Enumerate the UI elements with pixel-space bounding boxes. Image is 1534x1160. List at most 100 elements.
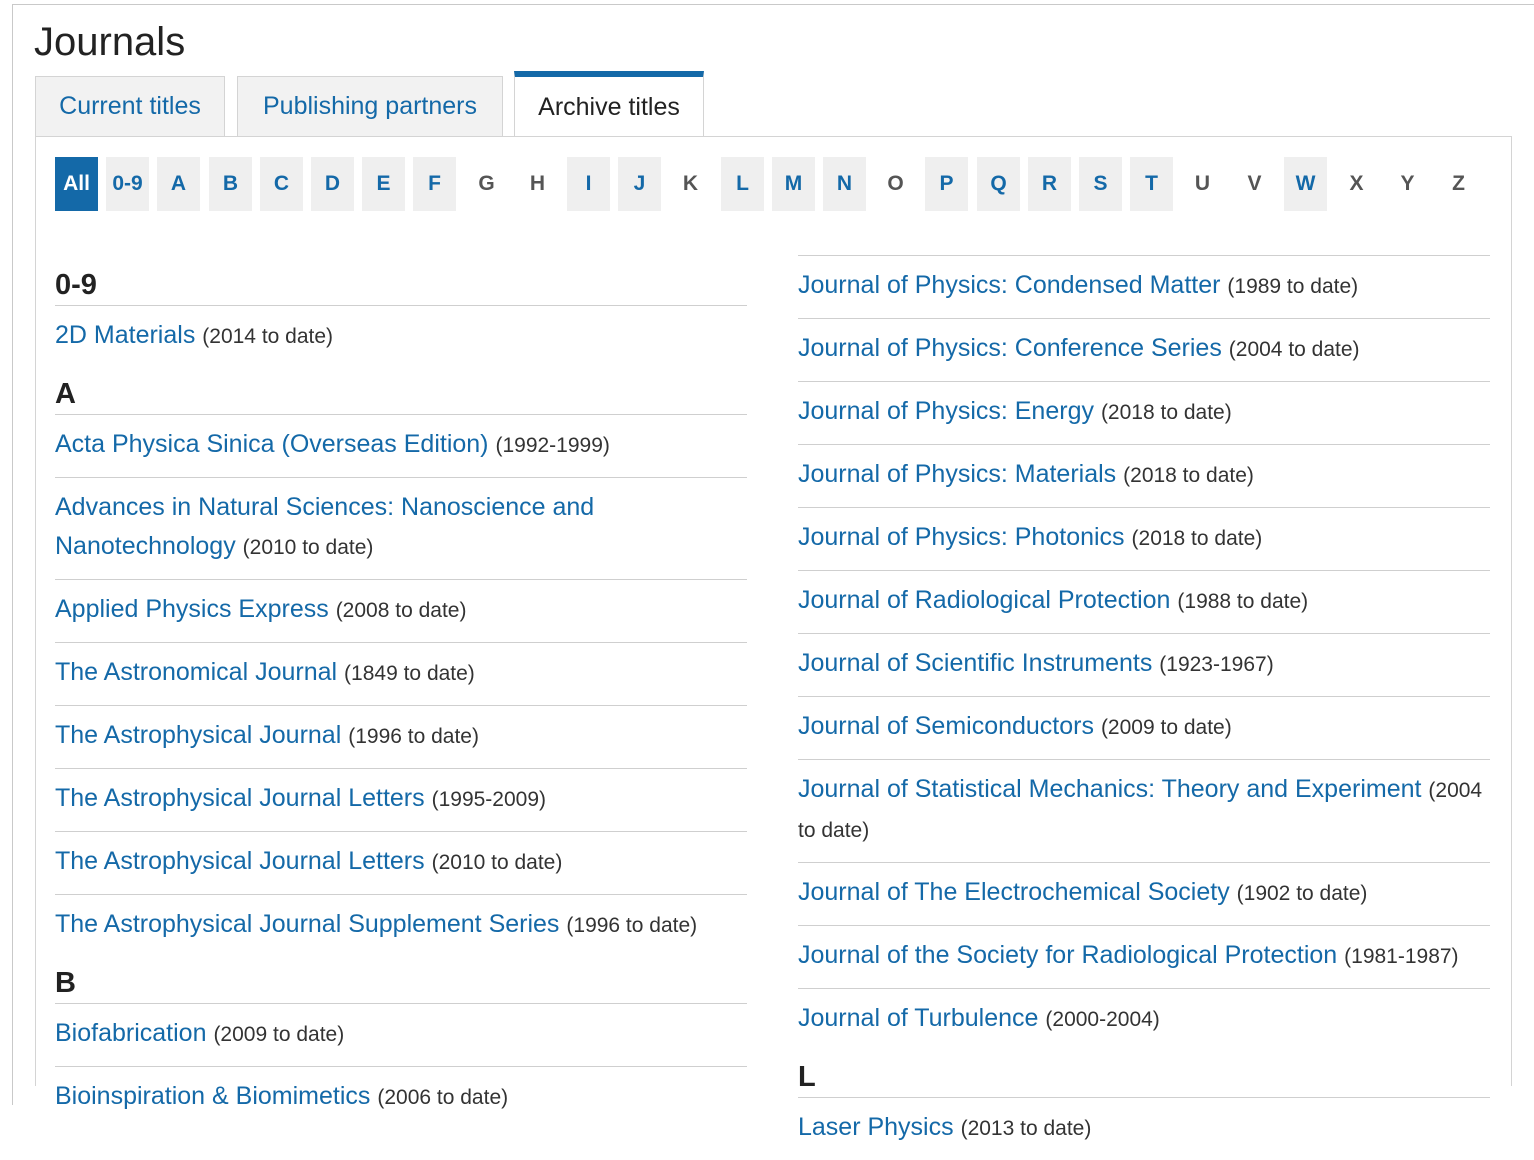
journal-years: (1996 to date) <box>566 914 698 937</box>
journal-years: (2000-2004) <box>1045 1008 1160 1031</box>
tab-current-titles[interactable]: Current titles <box>35 76 225 136</box>
journal-list-right: Journal of Physics: Condensed Matter (19… <box>798 255 1490 1160</box>
letter-filter-0-9[interactable]: 0-9 <box>106 157 149 211</box>
letter-filter-n[interactable]: N <box>823 157 866 211</box>
letter-filter-all[interactable]: All <box>55 157 98 211</box>
letter-filter-h: H <box>516 157 559 211</box>
journal-years: (1923-1967) <box>1159 653 1274 676</box>
journal-list-item: The Astrophysical Journal Letters (1995-… <box>55 768 747 831</box>
journal-link[interactable]: Journal of Physics: Photonics <box>798 523 1125 551</box>
letter-filter-c[interactable]: C <box>260 157 303 211</box>
letter-filter-d[interactable]: D <box>311 157 354 211</box>
letter-filter-u: U <box>1181 157 1224 211</box>
journal-years: (2018 to date) <box>1123 464 1254 487</box>
journal-link[interactable]: Journal of Physics: Materials <box>798 460 1116 488</box>
letter-filter-l[interactable]: L <box>721 157 764 211</box>
letter-filter-g: G <box>465 157 508 211</box>
journal-list-item: 2D Materials (2014 to date) <box>55 305 747 368</box>
letter-filter-k: K <box>669 157 712 211</box>
journal-link[interactable]: Journal of Radiological Protection <box>798 586 1170 614</box>
journal-list-item: Laser Physics (2013 to date) <box>798 1097 1490 1160</box>
journal-link[interactable]: Acta Physica Sinica (Overseas Edition) <box>55 430 489 458</box>
journal-link[interactable]: Biofabrication <box>55 1019 206 1047</box>
group-heading: 0-9 <box>55 269 97 301</box>
journal-link[interactable]: The Astrophysical Journal Supplement Ser… <box>55 910 559 938</box>
journal-list-item: Acta Physica Sinica (Overseas Edition) (… <box>55 414 747 477</box>
journal-years: (1992-1999) <box>495 434 610 457</box>
journal-link[interactable]: Applied Physics Express <box>55 595 329 623</box>
letter-filter-x: X <box>1335 157 1378 211</box>
journal-list-item: Journal of Physics: Photonics (2018 to d… <box>798 507 1490 570</box>
journal-years: (1902 to date) <box>1236 882 1368 905</box>
journal-link[interactable]: The Astrophysical Journal Letters <box>55 847 425 875</box>
group-heading: L <box>798 1061 816 1093</box>
journal-list-item: Journal of Physics: Condensed Matter (19… <box>798 255 1490 318</box>
journal-years: (2004 to date) <box>1228 338 1360 361</box>
journal-list-item: The Astrophysical Journal Letters (2010 … <box>55 831 747 894</box>
letter-filter-i[interactable]: I <box>567 157 610 211</box>
journal-list-item: Journal of The Electrochemical Society (… <box>798 862 1490 925</box>
page-title: Journals <box>34 20 186 64</box>
letter-filter-s[interactable]: S <box>1079 157 1122 211</box>
journal-link[interactable]: The Astrophysical Journal <box>55 721 341 749</box>
journal-link[interactable]: Journal of The Electrochemical Society <box>798 878 1230 906</box>
tab-archive-titles[interactable]: Archive titles <box>514 71 704 137</box>
journal-link[interactable]: Journal of Physics: Condensed Matter <box>798 271 1220 299</box>
journal-list-item: The Astrophysical Journal Supplement Ser… <box>55 894 747 957</box>
journal-years: (1981-1987) <box>1344 945 1459 968</box>
journal-years: (1996 to date) <box>348 725 479 748</box>
journal-link[interactable]: Bioinspiration & Biomimetics <box>55 1082 370 1110</box>
letter-filter-z: Z <box>1437 157 1480 211</box>
journal-link[interactable]: Journal of Statistical Mechanics: Theory… <box>798 775 1421 803</box>
journal-years: (2008 to date) <box>335 599 467 622</box>
journal-list-item: Biofabrication (2009 to date) <box>55 1003 747 1066</box>
journal-link[interactable]: Journal of Scientific Instruments <box>798 649 1152 677</box>
journal-years: (2014 to date) <box>202 325 334 348</box>
journal-years: (2010 to date) <box>242 536 374 559</box>
journal-link[interactable]: Journal of Physics: Conference Series <box>798 334 1222 362</box>
letter-filter-q[interactable]: Q <box>977 157 1020 211</box>
journal-list-item: Bioinspiration & Biomimetics (2006 to da… <box>55 1066 747 1129</box>
letter-filter-e[interactable]: E <box>362 157 405 211</box>
journal-years: (1989 to date) <box>1227 275 1359 298</box>
journal-list-item: Journal of Physics: Conference Series (2… <box>798 318 1490 381</box>
journal-years: (2010 to date) <box>431 851 563 874</box>
journal-years: (1988 to date) <box>1177 590 1309 613</box>
group-heading: A <box>55 378 76 410</box>
journal-link[interactable]: Journal of the Society for Radiological … <box>798 941 1337 969</box>
tab-publishing-partners[interactable]: Publishing partners <box>237 76 503 136</box>
journal-years: (1995-2009) <box>431 788 547 811</box>
letter-filter-w[interactable]: W <box>1284 157 1327 211</box>
journal-list-item: Journal of Radiological Protection (1988… <box>798 570 1490 633</box>
journal-years: (2009 to date) <box>1100 716 1232 739</box>
letter-filter-j[interactable]: J <box>618 157 661 211</box>
journal-link[interactable]: Laser Physics <box>798 1113 954 1141</box>
journal-list-item: Journal of Scientific Instruments (1923-… <box>798 633 1490 696</box>
journal-years: (2018 to date) <box>1131 527 1263 550</box>
letter-filter-f[interactable]: F <box>413 157 456 211</box>
journal-link[interactable]: 2D Materials <box>55 321 195 349</box>
journal-link[interactable]: Journal of Turbulence <box>798 1004 1038 1032</box>
journal-list-left: 0-9 2D Materials (2014 to date) A Acta Phys… <box>55 255 747 1129</box>
letter-filter-o: O <box>874 157 917 211</box>
journal-list-item: Journal of Physics: Energy (2018 to date… <box>798 381 1490 444</box>
journal-list-item: Journal of Physics: Materials (2018 to d… <box>798 444 1490 507</box>
letter-filter-p[interactable]: P <box>925 157 968 211</box>
journal-years: (2018 to date) <box>1100 401 1232 424</box>
journal-link[interactable]: Journal of Semiconductors <box>798 712 1094 740</box>
journal-list-item: Journal of the Society for Radiological … <box>798 925 1490 988</box>
letter-filter-a[interactable]: A <box>157 157 200 211</box>
journal-link[interactable]: The Astrophysical Journal Letters <box>55 784 425 812</box>
letter-filter-r[interactable]: R <box>1028 157 1071 211</box>
letter-filter-m[interactable]: M <box>772 157 815 211</box>
letter-filter-t[interactable]: T <box>1130 157 1173 211</box>
journal-years: (2009 to date) <box>213 1023 345 1046</box>
letter-filter-b[interactable]: B <box>209 157 252 211</box>
journal-list-item: The Astronomical Journal (1849 to date) <box>55 642 747 705</box>
journal-link[interactable]: Journal of Physics: Energy <box>798 397 1094 425</box>
journal-link[interactable]: The Astronomical Journal <box>55 658 337 686</box>
letter-filter-v: V <box>1233 157 1276 211</box>
journal-list-item: Applied Physics Express (2008 to date) <box>55 579 747 642</box>
journal-years: (2006 to date) <box>377 1086 509 1109</box>
journal-years: (2013 to date) <box>960 1117 1092 1140</box>
